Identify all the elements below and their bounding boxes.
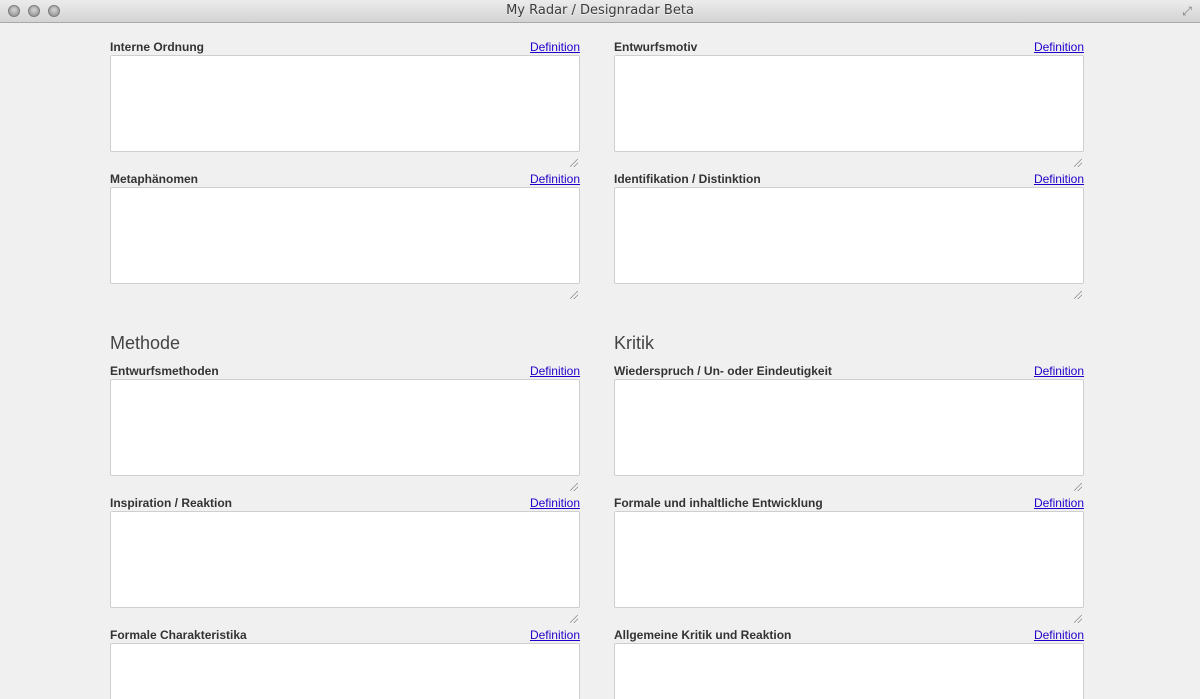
definition-link[interactable]: Definition [530,40,580,54]
section-heading-kritik: Kritik [614,333,654,353]
section-heading-methode: Methode [110,333,181,353]
field-header: Identifikation / Distinktion Definition [614,170,1086,187]
definition-link[interactable]: Definition [1034,628,1084,642]
window-title: My Radar / Designradar Beta [506,3,694,18]
field-header: Formale und inhaltliche Entwicklung Defi… [614,494,1086,511]
field-header: Entwurfsmethoden Definition [110,362,582,379]
field-allgemeine-kritik: Allgemeine Kritik und Reaktion Definitio… [614,626,1086,699]
field-entwurfsmotiv: Entwurfsmotiv Definition [614,38,1086,167]
resize-grip-icon[interactable] [570,159,578,167]
field-label: Identifikation / Distinktion [614,172,761,186]
field-identifikation-distinktion: Identifikation / Distinktion Definition [614,170,1086,299]
field-label: Allgemeine Kritik und Reaktion [614,628,792,642]
field-wiederspruch: Wiederspruch / Un- oder Eindeutigkeit De… [614,362,1086,491]
metaphaenomen-textarea[interactable] [110,187,580,284]
field-label: Formale Charakteristika [110,628,247,642]
field-header: Metaphänomen Definition [110,170,582,187]
app-window: My Radar / Designradar Beta ⤢ Interne Or… [0,0,1200,699]
formale-inhaltliche-entwicklung-textarea[interactable] [614,511,1084,608]
field-label: Inspiration / Reaktion [110,496,233,510]
field-header: Formale Charakteristika Definition [110,626,582,643]
field-formale-charakteristika: Formale Charakteristika Definition [110,626,582,699]
field-header: Interne Ordnung Definition [110,38,582,55]
field-header: Wiederspruch / Un- oder Eindeutigkeit De… [614,362,1086,379]
definition-link[interactable]: Definition [1034,40,1084,54]
definition-link[interactable]: Definition [530,172,580,186]
field-label: Wiederspruch / Un- oder Eindeutigkeit [614,364,832,378]
interne-ordnung-textarea[interactable] [110,55,580,152]
field-label: Formale und inhaltliche Entwicklung [614,496,823,510]
definition-link[interactable]: Definition [1034,364,1084,378]
entwurfsmethoden-textarea[interactable] [110,379,580,476]
definition-link[interactable]: Definition [1034,496,1084,510]
inspiration-reaktion-textarea[interactable] [110,511,580,608]
resize-grip-icon[interactable] [1074,483,1082,491]
field-header: Inspiration / Reaktion Definition [110,494,582,511]
title-bar: My Radar / Designradar Beta ⤢ [0,0,1200,23]
field-inspiration-reaktion: Inspiration / Reaktion Definition [110,494,582,623]
field-header: Allgemeine Kritik und Reaktion Definitio… [614,626,1086,643]
allgemeine-kritik-textarea[interactable] [614,643,1084,699]
resize-grip-icon[interactable] [1074,159,1082,167]
resize-grip-icon[interactable] [570,483,578,491]
resize-grip-icon[interactable] [570,291,578,299]
resize-grip-icon[interactable] [570,615,578,623]
form-content: Interne Ordnung Definition Metaphänomen … [0,23,1200,699]
identifikation-distinktion-textarea[interactable] [614,187,1084,284]
definition-link[interactable]: Definition [1034,172,1084,186]
fullscreen-icon[interactable]: ⤢ [1180,4,1194,18]
field-label: Entwurfsmethoden [110,364,219,378]
field-label: Metaphänomen [110,172,199,186]
formale-charakteristika-textarea[interactable] [110,643,580,699]
field-label: Entwurfsmotiv [614,40,698,54]
field-formale-inhaltliche-entwicklung: Formale und inhaltliche Entwicklung Defi… [614,494,1086,623]
field-metaphaenomen: Metaphänomen Definition [110,170,582,299]
resize-grip-icon[interactable] [1074,615,1082,623]
field-entwurfsmethoden: Entwurfsmethoden Definition [110,362,582,491]
field-header: Entwurfsmotiv Definition [614,38,1086,55]
field-interne-ordnung: Interne Ordnung Definition [110,38,582,167]
entwurfsmotiv-textarea[interactable] [614,55,1084,152]
definition-link[interactable]: Definition [530,628,580,642]
wiederspruch-textarea[interactable] [614,379,1084,476]
field-label: Interne Ordnung [110,40,204,54]
definition-link[interactable]: Definition [530,364,580,378]
resize-grip-icon[interactable] [1074,291,1082,299]
definition-link[interactable]: Definition [530,496,580,510]
